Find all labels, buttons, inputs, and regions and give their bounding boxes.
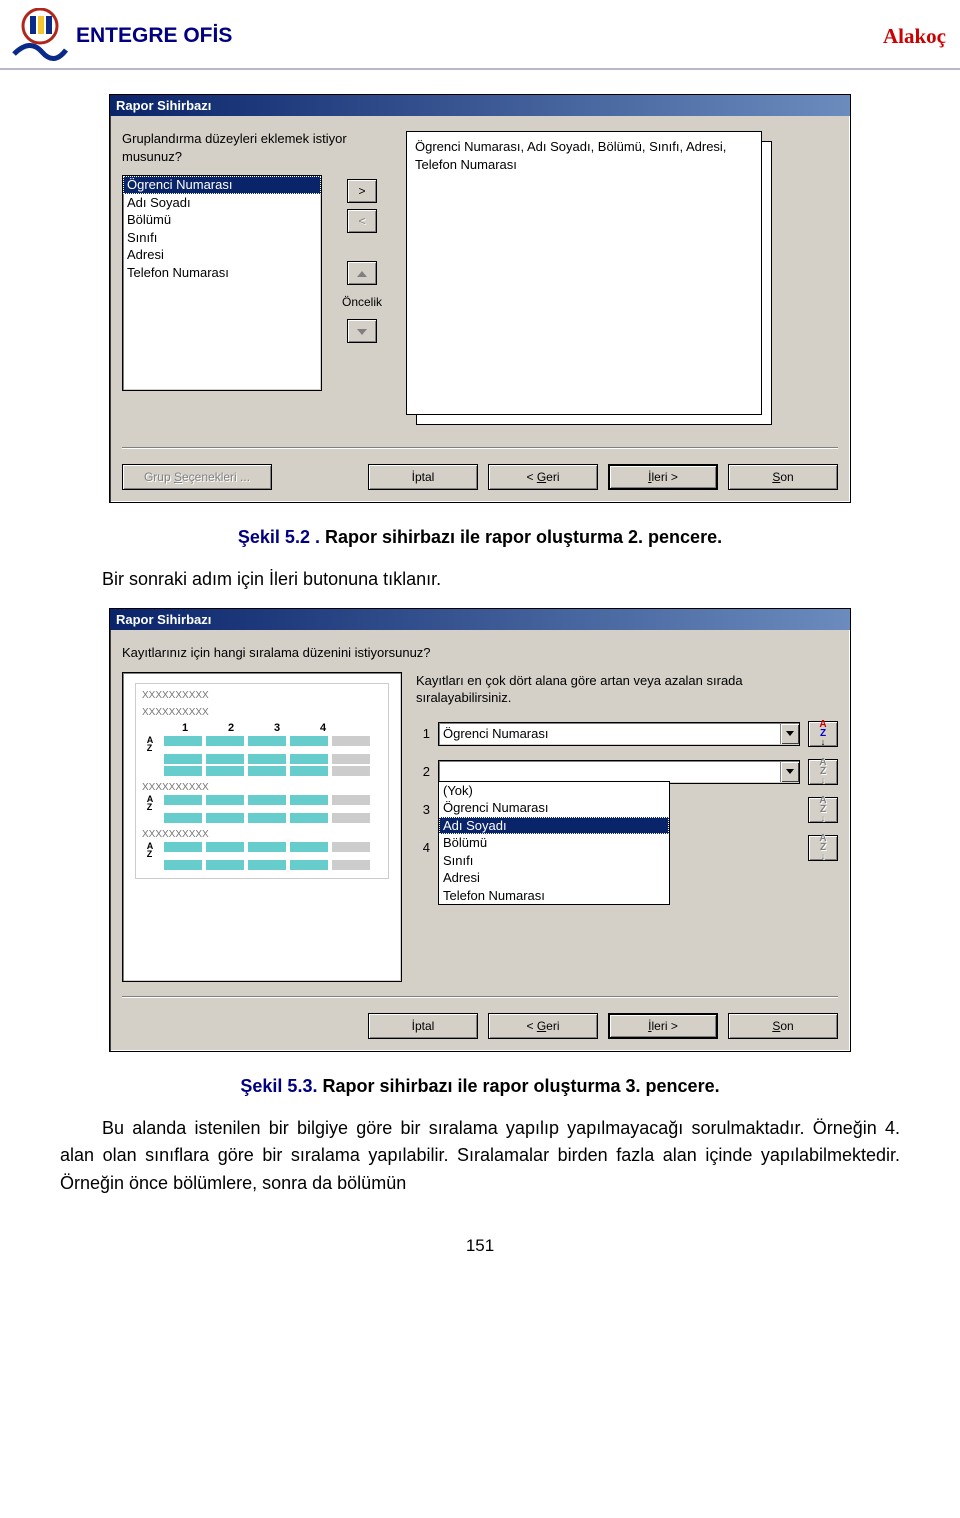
priority-up-button[interactable] xyxy=(347,261,377,285)
list-item[interactable]: Adresi xyxy=(123,246,321,264)
sort-field-2-dropdown[interactable]: (Yok) Ögrenci Numarası Adı Soyadı Bölümü… xyxy=(438,781,670,906)
list-item[interactable]: Adı Soyadı xyxy=(123,194,321,212)
sort-row-number: 1 xyxy=(416,726,430,741)
dropdown-icon[interactable] xyxy=(780,762,799,782)
figure-caption-52: Şekil 5.2 . Rapor sihirbazı ile rapor ol… xyxy=(60,527,900,548)
sort-hint: Kayıtları en çok dört alana göre artan v… xyxy=(416,672,838,707)
dropdown-item[interactable]: Sınıfı xyxy=(439,852,669,870)
dialog-title: Rapor Sihirbazı xyxy=(110,95,850,116)
grouping-question: Gruplandırma düzeyleri eklemek istiyor m… xyxy=(122,130,382,165)
list-item[interactable]: Ögrenci Numarası xyxy=(123,176,321,194)
dropdown-item[interactable]: Ögrenci Numarası xyxy=(439,799,669,817)
dropdown-item[interactable]: Bölümü xyxy=(439,834,669,852)
list-item[interactable]: Bölümü xyxy=(123,211,321,229)
wizard-dialog-grouping: Rapor Sihirbazı Gruplandırma düzeyleri e… xyxy=(109,94,851,503)
header-title: ENTEGRE OFİS xyxy=(76,24,232,48)
dropdown-item[interactable]: Telefon Numarası xyxy=(439,887,669,905)
next-button[interactable]: İleri > xyxy=(608,1013,718,1039)
arrow-down-icon xyxy=(357,329,367,335)
header-author: Alakoç xyxy=(883,24,946,49)
arrow-up-icon xyxy=(357,271,367,277)
next-button[interactable]: İleri > xyxy=(608,464,718,490)
dropdown-item[interactable]: Adresi xyxy=(439,869,669,887)
back-button[interactable]: < Geri xyxy=(488,464,598,490)
logo-icon xyxy=(12,8,68,64)
page-content: Rapor Sihirbazı Gruplandırma düzeyleri e… xyxy=(0,70,960,1276)
add-group-button[interactable]: > xyxy=(347,179,377,203)
sort-row-number: 2 xyxy=(416,764,430,779)
header-left: ENTEGRE OFİS xyxy=(12,8,232,64)
finish-button[interactable]: Son xyxy=(728,1013,838,1039)
cancel-button[interactable]: İptal xyxy=(368,1013,478,1039)
preview-fields: Ögrenci Numarası, Adı Soyadı, Bölümü, Sı… xyxy=(415,139,726,172)
priority-label: Öncelik xyxy=(342,295,382,309)
figure-caption-53: Şekil 5.3. Rapor sihirbazı ile rapor olu… xyxy=(60,1076,900,1097)
sort-order-button[interactable]: AZ↓ xyxy=(808,759,838,785)
sort-row-number: 3 xyxy=(416,802,430,817)
back-button[interactable]: < Geri xyxy=(488,1013,598,1039)
report-preview: Ögrenci Numarası, Adı Soyadı, Bölümü, Sı… xyxy=(402,129,788,439)
sort-order-button[interactable]: AZ↓ xyxy=(808,835,838,861)
body-text-2: Bu alanda istenilen bir bilgiye göre bir… xyxy=(60,1115,900,1199)
sort-order-button[interactable]: AZ↓ xyxy=(808,721,838,747)
group-options-button[interactable]: GGrup Seçenekleri ...rup Seçenekleri ... xyxy=(122,464,272,490)
list-item[interactable]: Sınıfı xyxy=(123,229,321,247)
priority-down-button[interactable] xyxy=(347,319,377,343)
sort-field-1[interactable]: Ögrenci Numarası xyxy=(438,722,800,746)
dropdown-icon[interactable] xyxy=(780,724,799,744)
body-text-1: Bir sonraki adım için İleri butonuna tık… xyxy=(60,566,900,594)
sort-question: Kayıtlarınız için hangi sıralama düzenin… xyxy=(122,644,838,662)
sort-row-number: 4 xyxy=(416,840,430,855)
sort-order-button[interactable]: AZ↓ xyxy=(808,797,838,823)
dropdown-item[interactable]: Adı Soyadı xyxy=(439,817,669,835)
cancel-button[interactable]: İptal xyxy=(368,464,478,490)
finish-button[interactable]: Son xyxy=(728,464,838,490)
list-item[interactable]: Telefon Numarası xyxy=(123,264,321,282)
dialog-title: Rapor Sihirbazı xyxy=(110,609,850,630)
page-number: 151 xyxy=(60,1236,900,1256)
dropdown-item[interactable]: (Yok) xyxy=(439,782,669,800)
page-header: ENTEGRE OFİS Alakoç xyxy=(0,0,960,70)
fields-listbox[interactable]: Ögrenci Numarası Adı Soyadı Bölümü Sınıf… xyxy=(122,175,322,391)
wizard-dialog-sort: Rapor Sihirbazı Kayıtlarınız için hangi … xyxy=(109,608,851,1052)
remove-group-button[interactable]: < xyxy=(347,209,377,233)
sort-preview-pane: XXXXXXXXXX XXXXXXXXXX 1234 AZ XXXXXXXXXX… xyxy=(122,672,402,982)
